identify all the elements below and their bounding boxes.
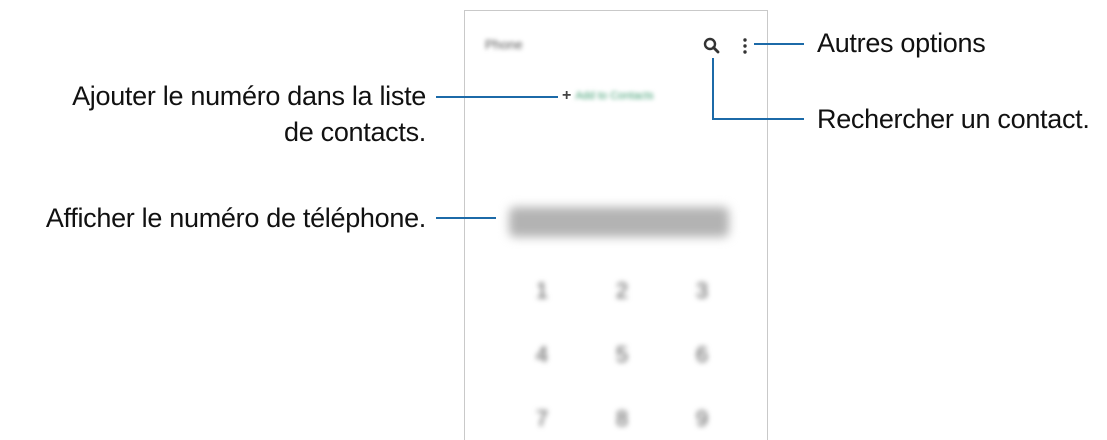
phone-screen: Phone + Add to Contacts 1 2 3 4 5 6 7 8 … xyxy=(464,10,768,440)
keypad-key-2[interactable]: 2 xyxy=(602,271,642,311)
more-options-button[interactable] xyxy=(737,35,753,57)
app-title: Phone xyxy=(485,37,523,52)
leader-search-horizontal xyxy=(712,118,804,120)
keypad-key-9[interactable]: 9 xyxy=(682,399,722,439)
keypad-key-7[interactable]: 7 xyxy=(522,399,562,439)
plus-icon: + xyxy=(562,87,572,104)
keypad-key-8[interactable]: 8 xyxy=(602,399,642,439)
phone-number-display xyxy=(509,207,729,237)
leader-add-contact xyxy=(436,96,558,98)
keypad-key-1[interactable]: 1 xyxy=(522,271,562,311)
leader-search-vertical xyxy=(712,58,714,120)
label-more-options: Autres options xyxy=(817,28,986,58)
keypad-key-3[interactable]: 3 xyxy=(682,271,722,311)
search-icon xyxy=(703,37,720,54)
add-to-contacts-button[interactable]: + Add to Contacts xyxy=(562,87,654,105)
more-options-icon xyxy=(743,38,747,54)
label-add-contact-line1: Ajouter le numéro dans la liste xyxy=(72,81,426,111)
leader-more-options xyxy=(754,43,804,45)
add-to-contacts-label: Add to Contacts xyxy=(575,90,654,102)
label-search-contact: Rechercher un contact. xyxy=(817,104,1090,134)
label-show-number: Afficher le numéro de téléphone. xyxy=(45,203,426,233)
label-add-contact-line2: de contacts. xyxy=(284,117,426,147)
keypad-key-4[interactable]: 4 xyxy=(522,335,562,375)
search-button[interactable] xyxy=(701,35,723,57)
keypad-key-5[interactable]: 5 xyxy=(602,335,642,375)
keypad-key-6[interactable]: 6 xyxy=(682,335,722,375)
leader-show-number xyxy=(436,217,496,219)
